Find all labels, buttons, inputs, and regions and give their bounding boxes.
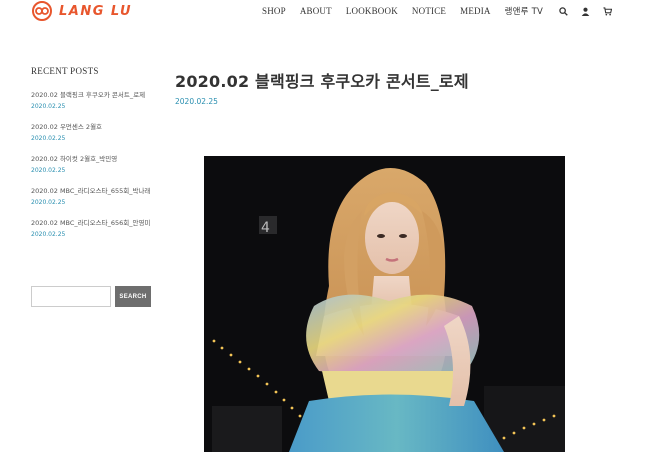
sidebar-search: SEARCH [31,286,151,307]
recent-post-date: 2020.02.25 [31,135,66,142]
search-button[interactable]: SEARCH [115,286,151,307]
logo-icon [32,1,52,21]
recent-post: 2020.02 블랙핑크 후쿠오카 콘서트_로제 2020.02.25 [31,90,156,112]
nav-tv[interactable]: 랭앤루 TV [505,5,543,17]
recent-posts-heading: RECENT POSTS [31,66,99,76]
sidebar: RECENT POSTS 2020.02 블랙핑크 후쿠오카 콘서트_로제 20… [31,66,156,250]
search-input[interactable] [31,286,111,307]
recent-post: 2020.02 하이컷 2월호_박민영 2020.02.25 [31,154,156,176]
recent-post: 2020.02 MBC_라디오스타_656회_안영미 2020.02.25 [31,218,156,240]
svg-text:4: 4 [261,220,270,236]
recent-post-link[interactable]: 2020.02 MBC_라디오스타_655회_박나래 [31,186,151,196]
post-photo-image: 4 [204,156,565,452]
nav-shop[interactable]: SHOP [262,6,286,16]
recent-post-link[interactable]: 2020.02 MBC_라디오스타_656회_안영미 [31,218,151,228]
recent-post-link[interactable]: 2020.02 하이컷 2월호_박민영 [31,154,151,164]
logo-text: LANG LU [59,3,133,19]
recent-post: 2020.02 MBC_라디오스타_655회_박나래 2020.02.25 [31,186,156,208]
recent-post-date: 2020.02.25 [31,103,66,110]
main-nav: SHOP ABOUT LOOKBOOK NOTICE MEDIA 랭앤루 TV [262,4,623,18]
cart-icon[interactable] [601,5,613,17]
recent-post-date: 2020.02.25 [31,167,66,174]
post-photo: 4 [204,156,565,452]
post-date: 2020.02.25 [175,97,218,106]
nav-notice[interactable]: NOTICE [412,6,446,16]
post-title: 2020.02 블랙핑크 후쿠오카 콘서트_로제 [175,72,469,91]
recent-post: 2020.02 우먼센스 2월호 2020.02.25 [31,122,156,144]
nav-about[interactable]: ABOUT [300,6,332,16]
search-icon[interactable] [557,5,569,17]
recent-post-date: 2020.02.25 [31,231,66,238]
recent-post-link[interactable]: 2020.02 우먼센스 2월호 [31,122,151,132]
site-logo[interactable]: LANG LU [31,0,132,22]
nav-media[interactable]: MEDIA [460,6,491,16]
recent-post-date: 2020.02.25 [31,199,66,206]
recent-post-link[interactable]: 2020.02 블랙핑크 후쿠오카 콘서트_로제 [31,90,151,100]
nav-lookbook[interactable]: LOOKBOOK [346,6,398,16]
user-icon[interactable] [579,5,591,17]
